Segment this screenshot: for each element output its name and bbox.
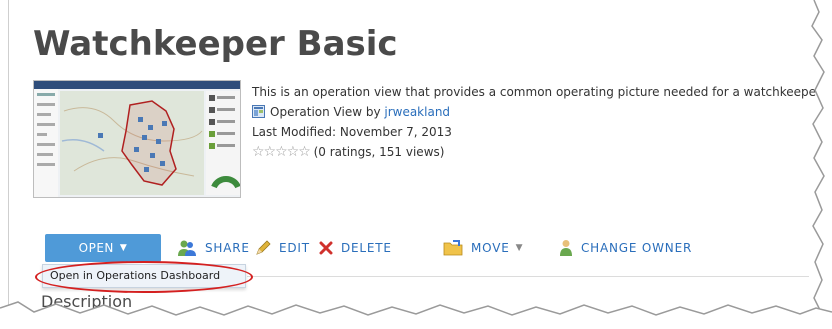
torn-edge-decoration (0, 0, 832, 329)
